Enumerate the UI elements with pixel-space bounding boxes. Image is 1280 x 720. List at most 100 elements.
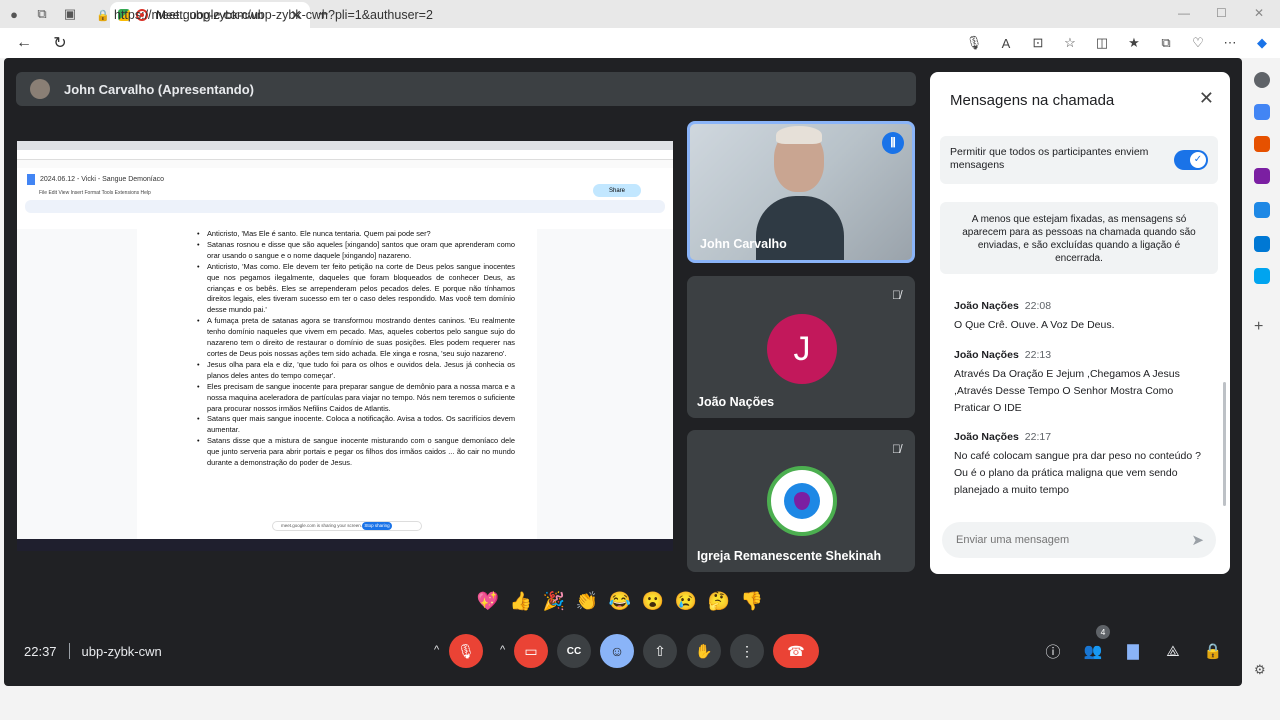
close-window-icon[interactable]: ✕ — [1254, 6, 1264, 20]
surprised-reaction-icon[interactable]: 😮 — [639, 587, 667, 615]
browser-essentials-icon[interactable]: ♡ — [1188, 32, 1208, 54]
presenter-bar: John Carvalho (Apresentando) — [16, 72, 916, 106]
chat-icon[interactable]: ▇ — [1122, 640, 1144, 662]
shared-browser-tabs — [17, 141, 673, 150]
app-icon[interactable]: ⊡ — [1028, 32, 1048, 54]
participant-tile-igreja[interactable]: 🎙̸ Igreja Remanescente Shekinah — [687, 430, 915, 572]
address-bar-actions: 🎙 A ⊡ ☆ ◫ ★ ⧉ ♡ ⋯ ◆ — [964, 32, 1272, 54]
microsoft365-icon[interactable] — [1254, 202, 1270, 218]
chat-panel: Mensagens na chamada ✕ Permitir que todo… — [930, 72, 1230, 574]
allow-messages-toggle[interactable] — [1174, 150, 1208, 170]
doc-paragraph: Anticristo, 'Mas como. Ele devem ter fei… — [137, 262, 537, 317]
doc-paragraph: Satans disse que a mistura de sangue ino… — [137, 436, 537, 469]
activities-icon[interactable]: ⟁ — [1162, 640, 1184, 662]
shared-screen: 2024.06.12 - Vicki - Sangue Demoníaco Fi… — [17, 141, 673, 551]
mic-toggle-button[interactable]: 🎙 — [449, 634, 483, 668]
meeting-info: 22:37 ubp-zybk-cwn — [24, 643, 162, 659]
captions-icon: CC — [566, 645, 582, 657]
chat-message: João Nações 22:13 Através Da Oração E Jej… — [954, 345, 1204, 417]
sad-reaction-icon[interactable]: 😢 — [672, 587, 700, 615]
maximize-icon[interactable]: ☐ — [1216, 6, 1227, 20]
audio-options-chevron-icon[interactable]: ^ — [434, 644, 439, 656]
read-aloud-icon[interactable]: A — [996, 32, 1016, 54]
message-composer: ➤ — [942, 522, 1216, 558]
copilot-icon[interactable]: ◆ — [1252, 32, 1272, 54]
present-button[interactable]: ⇧ — [643, 634, 677, 668]
chat-notice: A menos que estejam fixadas, as mensagen… — [940, 202, 1218, 274]
favorites-icon[interactable]: ★ — [1124, 32, 1144, 54]
people-icon[interactable]: 👥 — [1082, 640, 1104, 662]
split-screen-icon[interactable]: ◫ — [1092, 32, 1112, 54]
doc-paragraph: Satanas rosnou e disse que são aqueles [… — [137, 240, 537, 262]
close-icon[interactable]: ✕ — [1199, 88, 1214, 109]
favorite-icon[interactable]: ☆ — [1060, 32, 1080, 54]
search-icon[interactable] — [1254, 72, 1270, 88]
site-info-icon[interactable]: 🔒 — [96, 9, 114, 22]
clap-reaction-icon[interactable]: 👏 — [573, 587, 601, 615]
message-time: 22:13 — [1024, 349, 1052, 361]
message-sender: João Nações — [954, 431, 1019, 443]
back-icon[interactable]: ← — [6, 34, 42, 52]
reactions-button[interactable]: ☺ — [600, 634, 634, 668]
more-icon[interactable]: ⋯ — [1220, 32, 1240, 54]
participants-badge: 4 — [1096, 625, 1110, 639]
games-icon[interactable] — [1254, 168, 1270, 184]
heart-reaction-icon[interactable]: 💖 — [474, 587, 502, 615]
mic-icon[interactable]: 🎙 — [964, 32, 984, 54]
workspaces-icon[interactable]: ⧉ — [28, 0, 56, 28]
settings-icon[interactable]: ⚙ — [1254, 662, 1270, 678]
discover-icon[interactable] — [1254, 104, 1270, 120]
send-icon[interactable]: ➤ — [1191, 531, 1204, 549]
chat-message: João Nações 22:17 No café colocam sangue … — [954, 427, 1204, 499]
mic-off-icon: 🎙 — [457, 642, 475, 659]
doc-menu: File Edit View Insert Format Tools Exten… — [39, 190, 151, 196]
address-bar[interactable]: 🔒 https://meet.google.com/ubp-zybk-cwn?p… — [96, 3, 916, 27]
message-time: 22:17 — [1024, 431, 1052, 443]
captions-button[interactable]: CC — [557, 634, 591, 668]
message-input[interactable] — [956, 534, 1176, 546]
send-icon[interactable] — [1254, 268, 1270, 284]
more-vert-icon: ⋮ — [740, 642, 754, 659]
tools-icon[interactable] — [1254, 136, 1270, 152]
doc-paragraph: Jesus olha para ela e diz, 'que tudo foi… — [137, 360, 537, 382]
party-reaction-icon[interactable]: 🎉 — [540, 587, 568, 615]
clock: 22:37 — [24, 643, 57, 659]
message-sender: João Nações — [954, 349, 1019, 361]
doc-title: 2024.06.12 - Vicki - Sangue Demoníaco — [40, 175, 165, 183]
thumbs-up-reaction-icon[interactable]: 👍 — [507, 587, 535, 615]
avatar: J — [767, 314, 837, 384]
leave-call-button[interactable]: ☎ — [773, 634, 819, 668]
minimize-icon[interactable]: — — [1178, 6, 1190, 20]
laugh-reaction-icon[interactable]: 😂 — [606, 587, 634, 615]
thinking-reaction-icon[interactable]: 🤔 — [705, 587, 733, 615]
chat-title: Mensagens na chamada — [950, 92, 1115, 109]
profile-icon[interactable]: ● — [0, 0, 28, 28]
meeting-details-icon[interactable]: ⓘ — [1042, 640, 1064, 662]
participant-tile-john[interactable]: ⫼ John Carvalho — [687, 121, 915, 263]
outlook-icon[interactable] — [1254, 236, 1270, 252]
collections-icon[interactable]: ⧉ — [1156, 32, 1176, 54]
tab-actions-icon[interactable]: ▣ — [56, 0, 84, 28]
present-screen-icon: ⇧ — [654, 642, 666, 659]
docs-icon — [27, 173, 35, 185]
raise-hand-button[interactable]: ✋ — [687, 634, 721, 668]
camera-toggle-button[interactable]: ▭ — [514, 634, 548, 668]
doc-header: 2024.06.12 - Vicki - Sangue Demoníaco — [17, 168, 673, 190]
message-time: 22:08 — [1024, 300, 1052, 312]
participant-tile-joao[interactable]: 🎙̸ J João Nações — [687, 276, 915, 418]
refresh-icon[interactable]: ↻ — [42, 33, 78, 53]
thumbs-down-reaction-icon[interactable]: 👎 — [738, 587, 766, 615]
message-text: O Que Crê. Ouve. A Voz De Deus. — [954, 319, 1115, 331]
host-controls-icon[interactable]: 🔒 — [1202, 640, 1224, 662]
more-options-button[interactable]: ⋮ — [730, 634, 764, 668]
meeting-code: ubp-zybk-cwn — [81, 643, 162, 659]
speaking-indicator-icon: ⫼ — [882, 132, 904, 154]
stop-sharing-button: Stop sharing — [362, 522, 392, 530]
message-sender: João Nações — [954, 300, 1019, 312]
message-text: No café colocam sangue pra dar peso no c… — [954, 450, 1201, 496]
add-icon[interactable]: + — [1254, 319, 1270, 336]
doc-share-button: Share — [593, 184, 641, 197]
shared-bookmarks — [17, 160, 673, 168]
chat-scrollbar[interactable] — [1223, 382, 1226, 506]
video-options-chevron-icon[interactable]: ^ — [500, 644, 505, 656]
